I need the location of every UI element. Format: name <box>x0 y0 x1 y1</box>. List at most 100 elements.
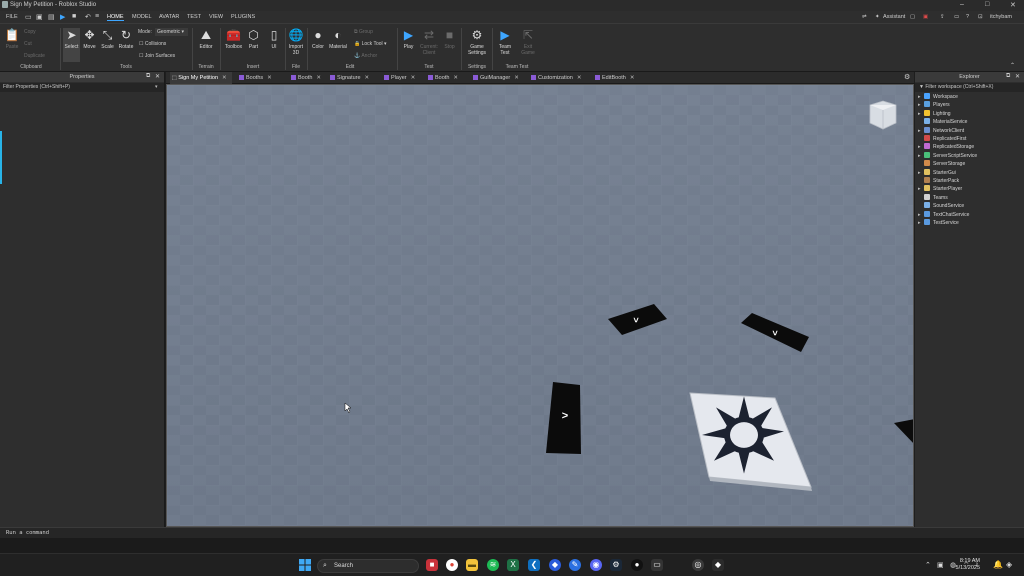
tab-booth-2[interactable]: Booth ✕ <box>426 72 471 84</box>
roblox-studio-active-icon[interactable]: ◆ <box>712 559 724 571</box>
view-cube[interactable] <box>869 100 897 130</box>
explorer-item[interactable]: ▸ NetworkClient <box>918 126 964 135</box>
assistant-button[interactable]: Assistant <box>883 14 905 20</box>
tab-booths[interactable]: Booths ✕ <box>237 72 292 84</box>
chrome-icon[interactable]: ● <box>446 559 458 571</box>
team-test-button[interactable]: ▶ Team Test <box>495 28 515 56</box>
stop-button[interactable]: ■ Stop <box>441 28 458 50</box>
save-icon[interactable]: ▤ <box>48 13 55 21</box>
system-clock[interactable]: 8:19 AM 5/13/2025 <box>956 558 980 572</box>
explorer-item[interactable]: ▸ ReplicatedStorage <box>918 143 974 151</box>
collapse-ribbon-icon[interactable]: ⌃ <box>1010 62 1015 69</box>
store-icon[interactable]: ▣ <box>923 14 928 20</box>
menu-file[interactable]: FILE <box>6 14 18 20</box>
explorer-item[interactable]: ▸ TextChatService <box>918 210 969 219</box>
explorer-item[interactable]: ReplicatedFirst <box>918 135 966 143</box>
menu-avatar[interactable]: AVATAR <box>159 14 179 20</box>
play-button[interactable]: ▶ Play <box>400 28 417 50</box>
play-icon[interactable]: ▶ <box>60 13 65 21</box>
current-client-button[interactable]: ⇄ Current: Client <box>418 28 440 56</box>
move-button[interactable]: ✥ Move <box>81 28 98 50</box>
color-button[interactable]: ● Color <box>310 28 326 50</box>
obs-icon[interactable]: ◎ <box>692 559 704 571</box>
windows-start-icon[interactable] <box>299 559 311 571</box>
part-button[interactable]: ⬡ Part <box>246 28 261 50</box>
undo-icon[interactable]: ↶ <box>85 13 91 21</box>
user-name[interactable]: itchybam <box>990 14 1012 20</box>
close-tab-icon[interactable]: ✕ <box>267 75 272 81</box>
tab-player[interactable]: Player ✕ <box>382 72 432 84</box>
close-properties-icon[interactable]: ✕ <box>155 73 160 80</box>
close-tab-icon[interactable]: ✕ <box>222 75 227 81</box>
group-button[interactable]: ⧉ Group <box>354 29 373 35</box>
tray-app-icon[interactable]: ▣ <box>937 561 944 569</box>
close-explorer-icon[interactable]: ✕ <box>1015 73 1020 80</box>
float-panel-icon[interactable]: ⧉ <box>146 73 150 80</box>
rotate-button[interactable]: ↻ Rotate <box>117 28 135 50</box>
new-icon[interactable]: ▭ <box>25 13 32 21</box>
account-icon[interactable]: ⊡ <box>978 14 983 20</box>
spotify-icon[interactable]: ≋ <box>487 559 499 571</box>
taskbar-search[interactable]: ⌕ Search <box>317 559 419 573</box>
stop-icon[interactable]: ■ <box>72 13 76 20</box>
open-icon[interactable]: ▣ <box>36 13 43 21</box>
import-3d-button[interactable]: 🌐 Import 3D <box>287 28 305 56</box>
explorer-item[interactable]: ServerStorage <box>918 160 965 168</box>
menu-plugins[interactable]: PLUGINS <box>231 14 255 20</box>
close-tab-icon[interactable]: ✕ <box>577 75 582 81</box>
share-icon[interactable]: ⇪ <box>940 14 945 20</box>
terrain-editor-button[interactable]: ⛰ Editor <box>196 28 216 50</box>
explorer-item[interactable]: ▸ StarterPlayer <box>918 185 962 193</box>
tray-overflow-icon[interactable]: ⌃ <box>925 561 931 569</box>
ui-button[interactable]: ▯ UI <box>266 28 282 50</box>
tab-customization[interactable]: Customization ✕ <box>529 72 592 84</box>
paste-button[interactable]: 📋 Paste <box>4 28 20 50</box>
roblox-app-icon[interactable]: ■ <box>426 559 438 571</box>
terminal-icon[interactable]: ▭ <box>651 559 663 571</box>
maximize-icon[interactable]: □ <box>985 1 989 8</box>
command-bar[interactable]: Run a command <box>0 527 1024 538</box>
discord-icon[interactable]: ◉ <box>590 559 602 571</box>
menu-model[interactable]: MODEL <box>132 14 152 20</box>
collisions-checkbox[interactable]: ☐ Collisions <box>139 41 166 47</box>
copilot-icon[interactable]: ◈ <box>1006 560 1012 569</box>
menu-view[interactable]: VIEW <box>209 14 223 20</box>
explorer-item[interactable]: ▸ Workspace <box>918 93 958 101</box>
tab-sign-my-petition[interactable]: ⬚ Sign My Petition ✕ <box>170 72 232 84</box>
cut-button[interactable]: Cut <box>24 41 32 47</box>
game-settings-button[interactable]: ⚙ Game Settings <box>465 28 489 56</box>
toolbox-button[interactable]: 🧰 Toolbox <box>223 28 244 50</box>
explorer-item[interactable]: ▸ StarterGui <box>918 168 956 177</box>
chat-icon[interactable]: ▭ <box>954 14 959 20</box>
tab-editbooth[interactable]: EditBooth ✕ <box>593 72 643 84</box>
explorer-item[interactable]: ▸ TestService <box>918 219 959 227</box>
explorer-item[interactable]: SoundService <box>918 202 964 210</box>
app-icon[interactable]: ✎ <box>569 559 581 571</box>
explorer-item[interactable]: StarterPack <box>918 177 959 185</box>
select-button[interactable]: ➤ Select <box>63 28 80 62</box>
roblox-studio-icon[interactable]: ◆ <box>549 559 561 571</box>
3d-viewport[interactable]: > > > <box>166 84 914 527</box>
close-tab-icon[interactable]: ✕ <box>453 75 458 81</box>
close-tab-icon[interactable]: ✕ <box>365 75 370 81</box>
notification-icon[interactable]: ▢ <box>910 14 915 20</box>
anchor-button[interactable]: ⚓ Anchor <box>354 53 377 59</box>
join-surfaces-checkbox[interactable]: ☐ Join Surfaces <box>139 53 175 59</box>
menu-home[interactable]: HOME <box>107 14 124 21</box>
duplicate-button[interactable]: Duplicate <box>24 53 45 59</box>
tab-guimanager[interactable]: GuiManager ✕ <box>471 72 531 84</box>
filter-dropdown-icon[interactable]: ▾ <box>155 84 158 90</box>
explorer-item[interactable]: ▸ Players <box>918 101 950 109</box>
notification-bell-icon[interactable]: 🔔 <box>993 560 1003 569</box>
explorer-item[interactable]: ▸ Lighting <box>918 109 951 118</box>
command-input[interactable]: Run a command <box>6 530 49 536</box>
properties-filter-input[interactable]: Filter Properties (Ctrl+Shift+P) <box>0 83 164 92</box>
explorer-filter-input[interactable]: ▼ Filter workspace (Ctrl+Shift+X) <box>915 83 1024 92</box>
close-tab-icon[interactable]: ✕ <box>514 75 519 81</box>
menu-test[interactable]: TEST <box>187 14 201 20</box>
scale-button[interactable]: ⤡ Scale <box>99 28 116 50</box>
excel-icon[interactable]: X <box>507 559 519 571</box>
tab-signature[interactable]: Signature ✕ <box>328 72 383 84</box>
explorer-item[interactable]: ▸ ServerScriptService <box>918 151 977 160</box>
github-icon[interactable]: ● <box>631 559 643 571</box>
